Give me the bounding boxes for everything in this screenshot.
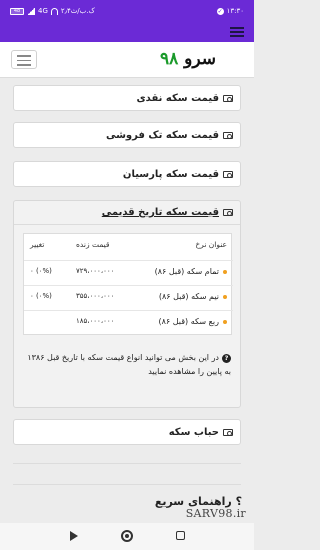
money-icon — [223, 170, 233, 178]
money-icon — [223, 209, 233, 216]
column-header-name: عنوان نرخ — [195, 240, 227, 249]
brand-text: سرو — [184, 49, 216, 69]
site-header: سرو ۹۸ — [0, 42, 254, 78]
table-row[interactable]: نیم سکه (قبل ۸۶) ۳۵۵،۰۰۰،۰۰۰ ۰ (۰%) — [24, 285, 233, 308]
shield-icon: ✓ — [216, 7, 224, 15]
brand-logo[interactable]: سرو ۹۸ — [160, 49, 216, 69]
card-title: قیمت سکه تک فروشی — [105, 129, 219, 141]
row-name: تمام سکه (قبل ۸۶) — [154, 267, 219, 276]
row-change: ۰ (۰%) — [30, 267, 52, 275]
menu-toggle-button[interactable] — [11, 50, 37, 69]
signal-icon — [27, 7, 35, 15]
row-name: نیم سکه (قبل ۸۶) — [158, 292, 219, 301]
card-header: حباب سکه — [14, 420, 240, 444]
back-icon[interactable] — [70, 531, 78, 541]
card-header: قیمت سکه نقدی — [14, 86, 240, 110]
row-name: ربع سکه (قبل ۸۶) — [158, 317, 219, 326]
bullet-icon — [223, 269, 227, 274]
row-change: ۰ (۰%) — [30, 292, 52, 300]
network-speed: ۲٫۴ک.ب/ث — [60, 7, 95, 15]
table-row[interactable]: ربع سکه (قبل ۸۶) ۱۸۵،۰۰۰،۰۰۰ — [24, 310, 233, 333]
card-parsian[interactable]: قیمت سکه پارسیان — [13, 161, 241, 187]
note-text: در این بخش می توانید انواع قیمت سکه با ت… — [27, 353, 231, 376]
overflow-menu-icon[interactable] — [230, 27, 244, 37]
recent-apps-icon[interactable] — [176, 531, 185, 540]
home-icon[interactable] — [121, 530, 133, 542]
brand-number: ۹۸ — [159, 49, 179, 69]
status-right: ✓ ۱۳:۳۰ — [216, 7, 244, 15]
money-icon — [223, 131, 233, 139]
carrier-label: 4G — [38, 7, 48, 15]
bullet-icon — [223, 319, 227, 324]
column-header-change: تغییر — [30, 240, 45, 249]
battery-level: 48 — [13, 7, 21, 14]
status-left: 48 4G ۲٫۴ک.ب/ث — [10, 7, 95, 15]
row-price: ۷۲۹،۰۰۰،۰۰۰ — [76, 267, 115, 275]
battery-icon: 48 — [10, 7, 24, 15]
card-header: قیمت سکه تک فروشی — [14, 123, 240, 147]
wifi-icon — [50, 7, 58, 15]
card-title: قیمت سکه نقدی — [136, 92, 220, 104]
card-title: قیمت سکه پارسیان — [122, 168, 219, 180]
card-header: قیمت سکه پارسیان — [14, 162, 240, 186]
money-icon — [223, 94, 233, 102]
divider — [13, 484, 241, 485]
bullet-icon — [223, 294, 227, 299]
top-app-strip — [0, 22, 254, 42]
table-header-row: عنوان نرخ قیمت زنده تغییر — [24, 234, 233, 257]
money-icon — [223, 428, 233, 436]
column-header-price: قیمت زنده — [76, 240, 110, 249]
card-title[interactable]: قیمت سکه تاریخ قدیمی — [102, 207, 219, 218]
question-icon: ? — [222, 354, 231, 363]
card-title: حباب سکه — [168, 426, 219, 438]
card-bubble[interactable]: حباب سکه — [13, 419, 241, 445]
divider — [13, 463, 241, 464]
status-time: ۱۳:۳۰ — [226, 7, 244, 15]
table-row[interactable]: تمام سکه (قبل ۸۶) ۷۲۹،۰۰۰،۰۰۰ ۰ (۰%) — [24, 260, 233, 283]
card-cash-price[interactable]: قیمت سکه نقدی — [13, 85, 241, 111]
status-bar: 48 4G ۲٫۴ک.ب/ث ✓ ۱۳:۳۰ — [0, 0, 254, 22]
card-header[interactable]: قیمت سکه تاریخ قدیمی — [14, 201, 240, 225]
watermark: SARV98.ir — [185, 507, 246, 520]
history-table: عنوان نرخ قیمت زنده تغییر تمام سکه (قبل … — [23, 233, 233, 335]
card-old-history: قیمت سکه تاریخ قدیمی عنوان نرخ قیمت زنده… — [13, 200, 241, 408]
card-single-sale[interactable]: قیمت سکه تک فروشی — [13, 122, 241, 148]
row-price: ۱۸۵،۰۰۰،۰۰۰ — [76, 317, 115, 325]
system-nav-bar — [0, 523, 254, 550]
hamburger-icon — [17, 55, 31, 57]
row-price: ۳۵۵،۰۰۰،۰۰۰ — [76, 292, 115, 300]
info-note: ?در این بخش می توانید انواع قیمت سکه با … — [27, 351, 231, 379]
